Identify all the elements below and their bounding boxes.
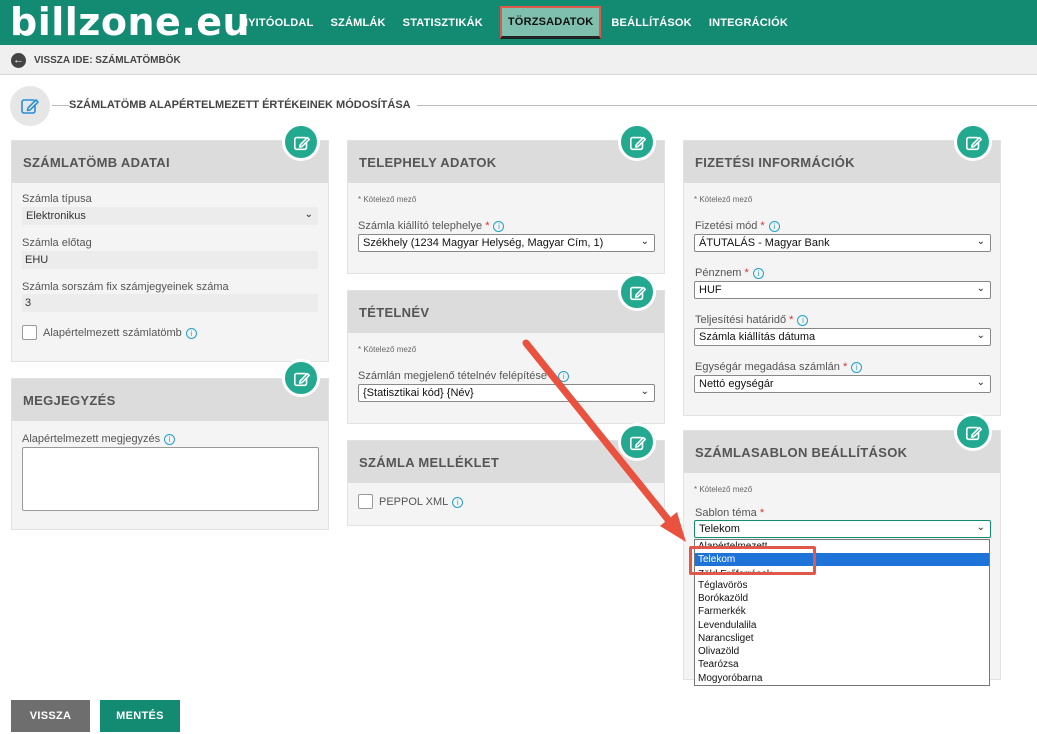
- annotation-arrow: [522, 339, 686, 542]
- back-button[interactable]: VISSZA: [11, 700, 90, 732]
- save-button[interactable]: MENTÉS: [100, 700, 180, 732]
